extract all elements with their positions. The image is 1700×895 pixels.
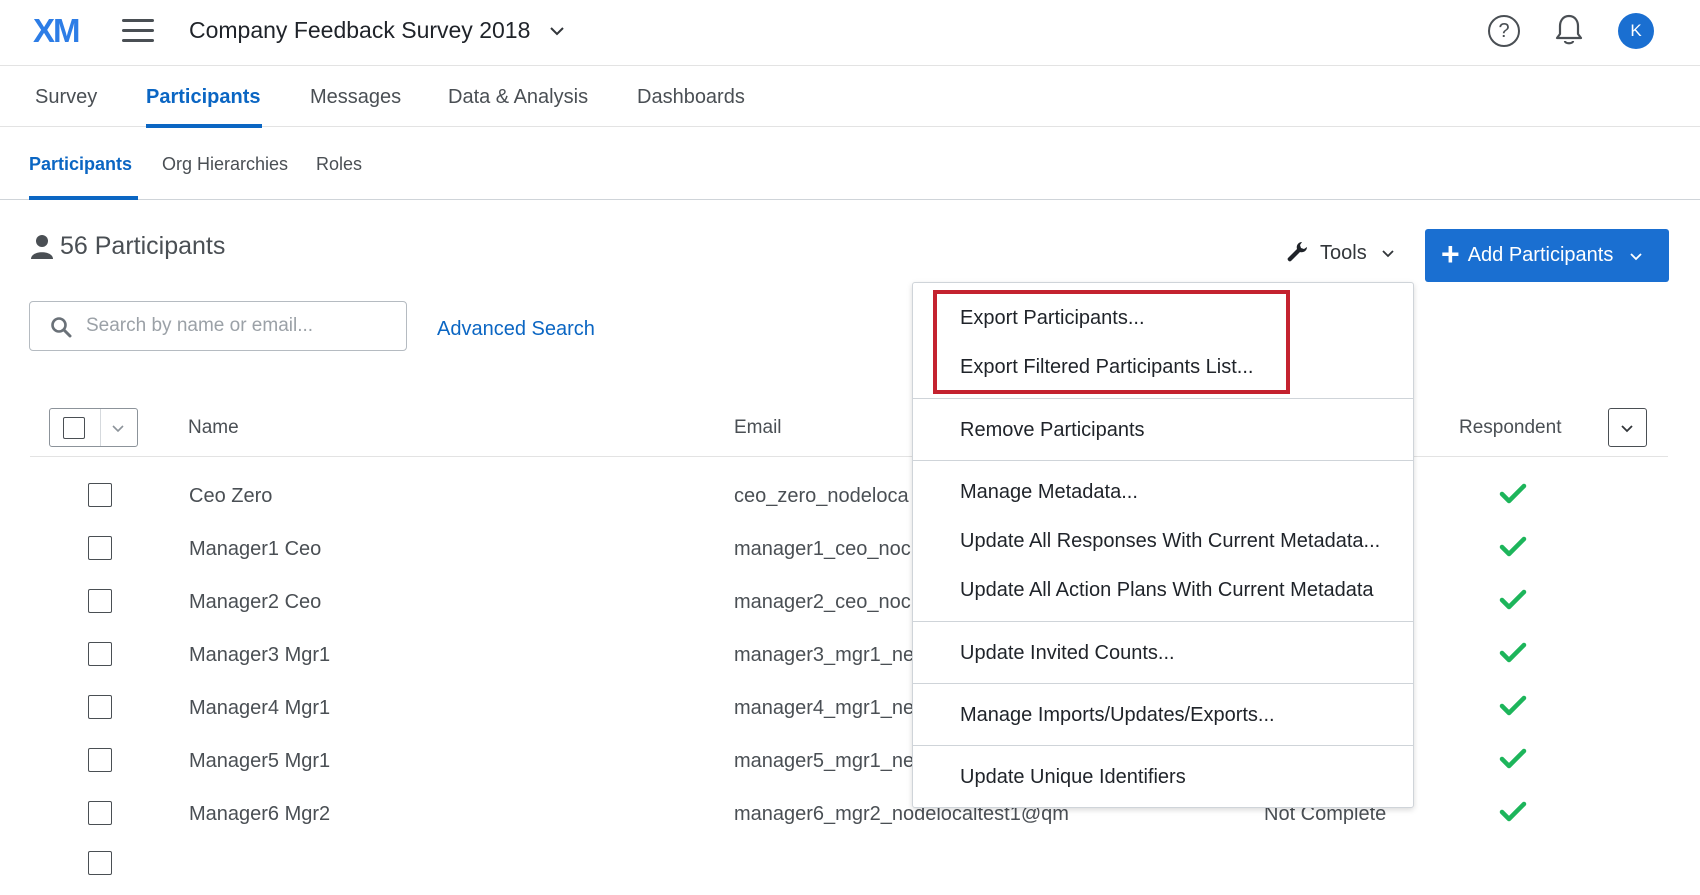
chevron-down-icon[interactable]: [111, 421, 125, 435]
participant-name[interactable]: Manager2 Ceo: [189, 591, 321, 614]
participant-name[interactable]: Manager5 Mgr1: [189, 750, 330, 773]
search-box: [29, 301, 407, 351]
menu-item-update-invited-counts[interactable]: Update Invited Counts...: [960, 642, 1175, 665]
chevron-down-icon: [1621, 425, 1633, 433]
xm-logo[interactable]: XM: [33, 12, 80, 50]
hamburger-menu-icon[interactable]: [122, 19, 154, 45]
project-title[interactable]: Company Feedback Survey 2018: [189, 17, 530, 44]
checkmark-icon: [1499, 589, 1527, 610]
menu-item-manage-imports-exports[interactable]: Manage Imports/Updates/Exports...: [960, 704, 1275, 727]
participant-name[interactable]: Manager6 Mgr2: [189, 803, 330, 826]
chevron-down-icon[interactable]: [548, 22, 566, 40]
menu-divider: [913, 460, 1413, 461]
table-row[interactable]: Manager2 Ceo manager2_ceo_noc: [0, 580, 1700, 633]
help-icon[interactable]: ?: [1488, 15, 1520, 47]
participant-name[interactable]: Manager1 Ceo: [189, 538, 321, 561]
subtab-participants[interactable]: Participants: [29, 154, 132, 175]
person-icon: [31, 234, 53, 259]
participant-email: manager1_ceo_noc: [734, 538, 911, 560]
row-checkbox[interactable]: [88, 536, 112, 560]
row-checkbox[interactable]: [88, 589, 112, 613]
table-row[interactable]: Manager5 Mgr1 manager5_mgr1_ne: [0, 739, 1700, 792]
table-row[interactable]: [0, 842, 1700, 895]
participant-email: manager2_ceo_noc: [734, 591, 911, 613]
column-header-respondent[interactable]: Respondent: [1459, 417, 1561, 439]
tab-survey[interactable]: Survey: [35, 86, 97, 109]
row-checkbox[interactable]: [88, 642, 112, 666]
subtab-org-hierarchies[interactable]: Org Hierarchies: [162, 154, 288, 175]
table-row[interactable]: Manager3 Mgr1 manager3_mgr1_ne: [0, 633, 1700, 686]
row-checkbox[interactable]: [88, 801, 112, 825]
checkmark-icon: [1499, 801, 1527, 822]
chevron-down-icon: [1382, 250, 1394, 258]
row-checkbox[interactable]: [88, 695, 112, 719]
checkmark-icon: [1499, 642, 1527, 663]
checkmark-icon: [1499, 483, 1527, 504]
table-row[interactable]: Manager1 Ceo manager1_ceo_noc: [0, 527, 1700, 580]
participant-email: manager5_mgr1_ne: [734, 750, 915, 772]
participant-email: ceo_zero_nodeloca: [734, 485, 909, 507]
participant-count: 56 Participants: [30, 232, 225, 261]
add-participants-button[interactable]: + Add Participants: [1425, 229, 1669, 282]
tab-participants[interactable]: Participants: [146, 86, 260, 109]
row-checkbox[interactable]: [88, 483, 112, 507]
menu-divider: [913, 621, 1413, 622]
menu-divider: [913, 745, 1413, 746]
tab-dashboards[interactable]: Dashboards: [637, 86, 745, 109]
participant-email: manager4_mgr1_ne: [734, 697, 915, 719]
participant-email: manager3_mgr1_ne: [734, 644, 915, 666]
table-row[interactable]: Manager4 Mgr1 manager4_mgr1_ne: [0, 686, 1700, 739]
table-row[interactable]: Manager6 Mgr2 manager6_mgr2_nodelocaltes…: [0, 792, 1700, 845]
participant-name[interactable]: Manager3 Mgr1: [189, 644, 330, 667]
menu-divider: [913, 398, 1413, 399]
user-avatar[interactable]: K: [1618, 13, 1654, 49]
row-checkbox[interactable]: [88, 851, 112, 875]
select-divider: [100, 409, 101, 446]
menu-divider: [913, 683, 1413, 684]
checkmark-icon: [1499, 748, 1527, 769]
participant-name[interactable]: Ceo Zero: [189, 485, 272, 508]
tools-button[interactable]: Tools: [1286, 240, 1395, 266]
row-checkbox[interactable]: [88, 748, 112, 772]
chevron-down-icon: [1630, 252, 1642, 260]
column-options-button[interactable]: [1608, 408, 1647, 447]
menu-item-update-unique-identifiers[interactable]: Update Unique Identifiers: [960, 766, 1186, 789]
tab-data-analysis[interactable]: Data & Analysis: [448, 86, 588, 109]
column-header-name[interactable]: Name: [188, 417, 239, 439]
main-tab-bar: Survey Participants Messages Data & Anal…: [0, 66, 1700, 128]
sub-tab-bar: Participants Org Hierarchies Roles: [0, 127, 1700, 200]
plus-icon: +: [1441, 236, 1460, 272]
table-header-divider: [30, 456, 1668, 457]
search-input[interactable]: [84, 312, 394, 340]
checkmark-icon: [1499, 536, 1527, 557]
search-icon: [51, 317, 72, 338]
menu-item-update-action-plans-metadata[interactable]: Update All Action Plans With Current Met…: [960, 579, 1374, 602]
select-all-control[interactable]: [49, 408, 138, 447]
checkmark-icon: [1499, 695, 1527, 716]
select-all-checkbox[interactable]: [63, 417, 85, 439]
advanced-search-link[interactable]: Advanced Search: [437, 318, 595, 341]
menu-item-export-participants[interactable]: Export Participants...: [960, 307, 1145, 330]
tools-label: Tools: [1320, 241, 1367, 264]
bell-icon[interactable]: [1554, 13, 1584, 47]
menu-item-remove-participants[interactable]: Remove Participants: [960, 419, 1145, 442]
table-row[interactable]: Ceo Zero ceo_zero_nodeloca: [0, 474, 1700, 527]
menu-item-manage-metadata[interactable]: Manage Metadata...: [960, 481, 1138, 504]
tab-messages[interactable]: Messages: [310, 86, 401, 109]
add-participants-label: Add Participants: [1467, 244, 1614, 266]
active-subtab-underline: [29, 196, 138, 200]
participant-count-label: 56 Participants: [60, 232, 226, 260]
column-header-email[interactable]: Email: [734, 417, 782, 439]
wrench-icon: [1287, 242, 1307, 262]
top-header: XM Company Feedback Survey 2018 ? K: [0, 0, 1700, 66]
menu-item-export-filtered-list[interactable]: Export Filtered Participants List...: [960, 356, 1253, 379]
menu-item-update-responses-metadata[interactable]: Update All Responses With Current Metada…: [960, 530, 1380, 553]
participant-name[interactable]: Manager4 Mgr1: [189, 697, 330, 720]
subtab-roles[interactable]: Roles: [316, 154, 362, 175]
tools-dropdown-menu: Export Participants... Export Filtered P…: [912, 282, 1414, 808]
